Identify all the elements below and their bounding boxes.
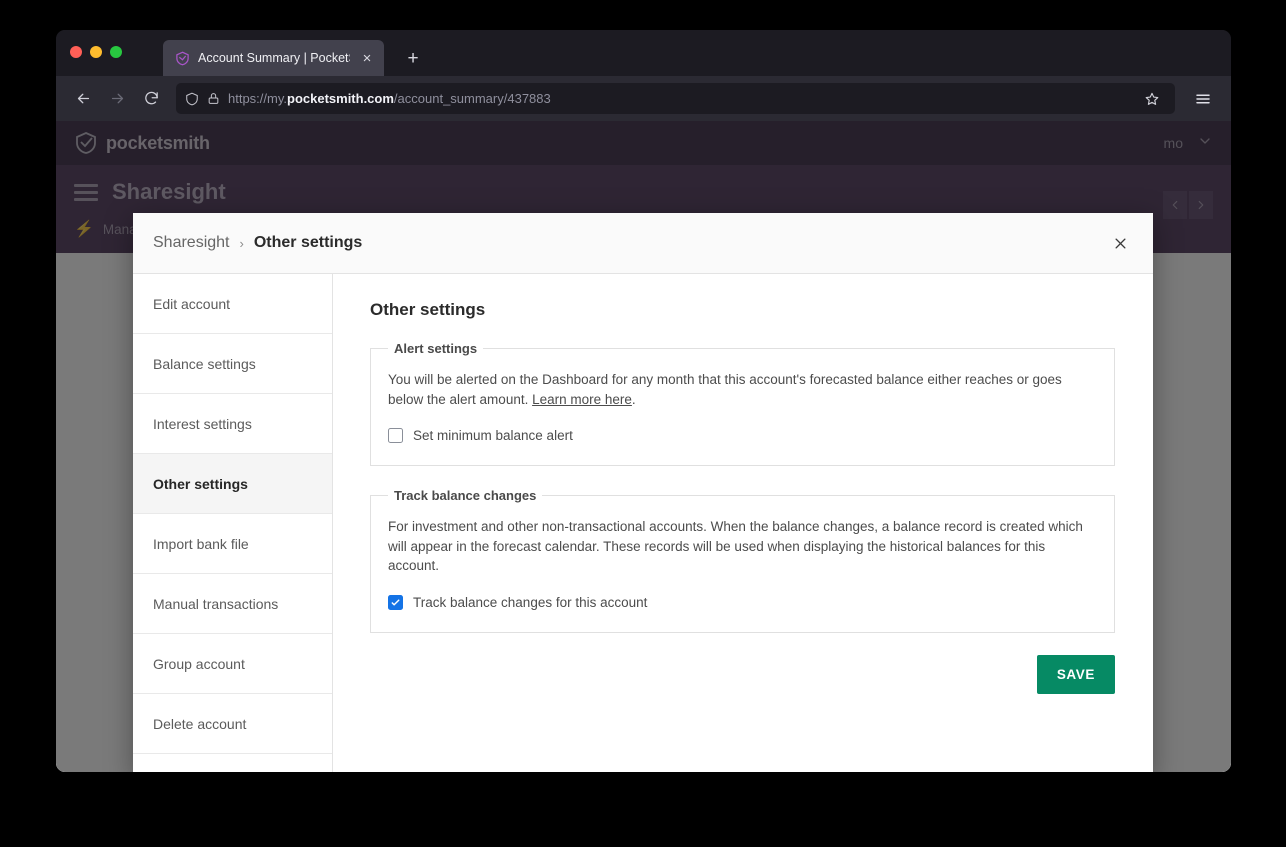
shield-icon[interactable] — [185, 92, 199, 106]
sidebar-item-edit-account[interactable]: Edit account — [133, 274, 332, 334]
sidebar-item-partial[interactable] — [133, 754, 332, 772]
pocketsmith-shield-icon — [175, 51, 190, 66]
minimize-window-button[interactable] — [90, 46, 102, 58]
browser-tab-title: Account Summary | PocketSmith — [198, 51, 350, 65]
breadcrumb-current: Other settings — [254, 234, 362, 252]
track-balance-changes-panel: Track balance changes For investment and… — [370, 488, 1115, 633]
minimum-balance-alert-label: Set minimum balance alert — [413, 428, 573, 443]
modal-sidebar-nav: Edit account Balance settings Interest s… — [133, 274, 333, 772]
track-balance-changes-row[interactable]: Track balance changes for this account — [388, 595, 1097, 610]
window-traffic-lights — [70, 46, 122, 58]
reload-button[interactable] — [136, 84, 166, 114]
sidebar-item-group-account[interactable]: Group account — [133, 634, 332, 694]
browser-tab-strip: Account Summary | PocketSmith × + — [56, 30, 1231, 76]
browser-menu-button[interactable] — [1187, 84, 1219, 114]
forward-button[interactable] — [102, 84, 132, 114]
account-settings-modal: Sharesight › Other settings Edit account… — [133, 213, 1153, 772]
modal-header: Sharesight › Other settings — [133, 213, 1153, 274]
sidebar-item-import-bank-file[interactable]: Import bank file — [133, 514, 332, 574]
browser-window: Account Summary | PocketSmith × + https:… — [56, 30, 1231, 772]
track-balance-changes-checkbox[interactable] — [388, 595, 403, 610]
alert-settings-description: You will be alerted on the Dashboard for… — [388, 370, 1088, 409]
close-icon[interactable]: × — [358, 51, 376, 66]
url-text: https://my.pocketsmith.com/account_summa… — [228, 91, 1130, 106]
modal-actions: SAVE — [370, 655, 1115, 694]
url-host: pocketsmith.com — [287, 91, 394, 106]
url-path: /account_summary/437883 — [394, 91, 551, 106]
modal-close-button[interactable] — [1105, 228, 1135, 258]
lock-icon[interactable] — [207, 92, 220, 105]
track-balance-legend: Track balance changes — [388, 488, 542, 503]
breadcrumb: Sharesight › Other settings — [153, 234, 1105, 252]
save-button[interactable]: SAVE — [1037, 655, 1115, 694]
track-balance-description: For investment and other non-transaction… — [388, 517, 1088, 576]
alert-settings-panel: Alert settings You will be alerted on th… — [370, 341, 1115, 466]
minimum-balance-alert-row[interactable]: Set minimum balance alert — [388, 428, 1097, 443]
alert-settings-legend: Alert settings — [388, 341, 483, 356]
star-icon[interactable] — [1138, 85, 1166, 113]
browser-nav-bar: https://my.pocketsmith.com/account_summa… — [56, 76, 1231, 121]
alert-desc-text-2: . — [632, 392, 636, 407]
sidebar-item-interest-settings[interactable]: Interest settings — [133, 394, 332, 454]
modal-body: Edit account Balance settings Interest s… — [133, 274, 1153, 772]
breadcrumb-root[interactable]: Sharesight — [153, 234, 230, 252]
learn-more-link[interactable]: Learn more here — [532, 392, 632, 407]
sidebar-item-balance-settings[interactable]: Balance settings — [133, 334, 332, 394]
track-balance-changes-label: Track balance changes for this account — [413, 595, 647, 610]
modal-main-content: Other settings Alert settings You will b… — [333, 274, 1153, 772]
sidebar-item-other-settings[interactable]: Other settings — [133, 454, 332, 514]
url-scheme: https://my. — [228, 91, 287, 106]
sidebar-item-delete-account[interactable]: Delete account — [133, 694, 332, 754]
back-button[interactable] — [68, 84, 98, 114]
breadcrumb-separator-icon: › — [240, 236, 244, 251]
browser-tab[interactable]: Account Summary | PocketSmith × — [163, 40, 384, 76]
new-tab-button[interactable]: + — [400, 49, 426, 68]
minimum-balance-alert-checkbox[interactable] — [388, 428, 403, 443]
maximize-window-button[interactable] — [110, 46, 122, 58]
main-heading: Other settings — [370, 300, 1115, 320]
sidebar-item-manual-transactions[interactable]: Manual transactions — [133, 574, 332, 634]
alert-desc-text-1: You will be alerted on the Dashboard for… — [388, 372, 1062, 407]
close-window-button[interactable] — [70, 46, 82, 58]
page-viewport: pocketsmith mo Sharesight ⚡ Manage — [56, 121, 1231, 772]
url-bar[interactable]: https://my.pocketsmith.com/account_summa… — [176, 83, 1175, 114]
